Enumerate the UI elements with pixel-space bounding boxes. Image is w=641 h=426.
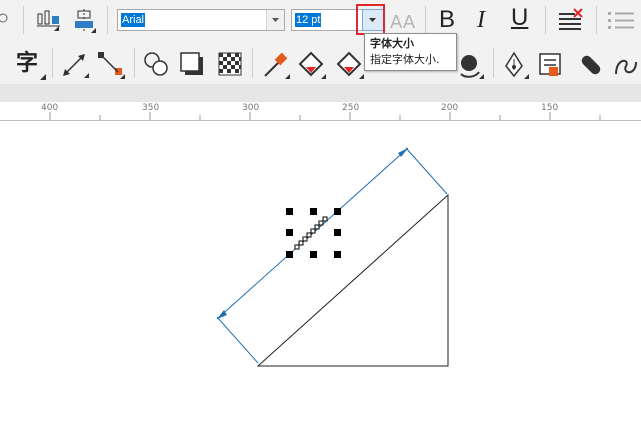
dimension-extension-line xyxy=(405,147,448,195)
dimension-extension-line xyxy=(216,316,259,364)
triangle-shape[interactable] xyxy=(256,193,449,367)
tooltip-description: 指定字体大小. xyxy=(370,53,440,66)
drawing-layer xyxy=(216,147,449,367)
font-size-tooltip: 字体大小 指定字体大小. xyxy=(364,33,457,71)
text-node-handles[interactable] xyxy=(294,216,328,250)
tooltip-title: 字体大小 xyxy=(370,37,414,50)
